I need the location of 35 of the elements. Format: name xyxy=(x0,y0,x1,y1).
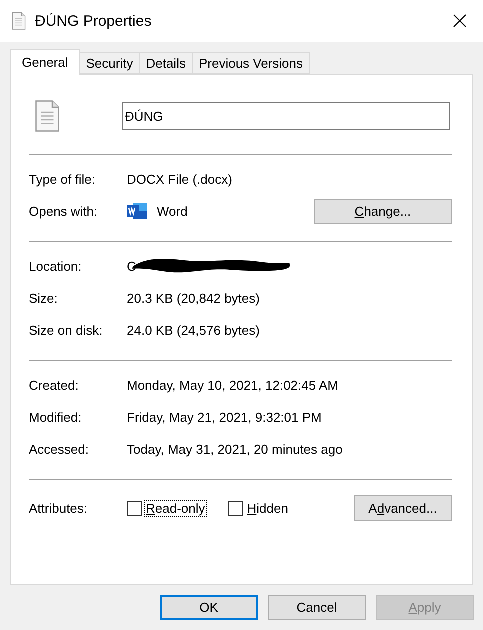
field-value: Friday, May 21, 2021, 9:32:01 PM xyxy=(127,410,322,424)
checkbox[interactable] xyxy=(228,500,244,516)
dialog-button[interactable]: OK xyxy=(160,595,258,620)
window-title: ĐÚNG Properties xyxy=(35,12,153,30)
advanced-button[interactable]: Advanced... xyxy=(354,495,452,521)
field-label: Accessed: xyxy=(29,442,90,456)
field-value: DOCX File (.docx) xyxy=(127,172,232,186)
field-label: Type of file: xyxy=(29,172,96,186)
field-value: Monday, May 10, 2021, 12:02:45 AM xyxy=(127,378,339,392)
field-value: Today, May 31, 2021, 20 minutes ago xyxy=(127,442,343,456)
field-label: Size: xyxy=(29,290,59,306)
field-label: Location: xyxy=(29,258,83,274)
field-label: Modified: xyxy=(29,410,83,424)
tab[interactable]: Security xyxy=(79,52,140,74)
name-field[interactable]: ĐÚNG xyxy=(122,102,450,130)
tab[interactable]: Previous Versions xyxy=(192,52,310,74)
checkbox-label[interactable]: Hidden xyxy=(246,500,290,516)
field-value: C xyxy=(127,258,136,274)
checkbox[interactable] xyxy=(127,500,142,516)
document-icon xyxy=(35,100,60,132)
field-value: 20.3 KB (20,842 bytes) xyxy=(127,290,260,306)
close-icon[interactable] xyxy=(453,14,467,28)
tab[interactable]: Details xyxy=(139,52,193,74)
field-value: 24.0 KB (24,576 bytes) xyxy=(127,322,260,338)
document-icon xyxy=(12,12,26,30)
change-button[interactable]: Change... xyxy=(314,198,452,224)
checkbox-label[interactable]: Read-only xyxy=(145,500,206,516)
tab[interactable]: General xyxy=(10,49,80,75)
field-value: Word xyxy=(157,204,188,218)
word-icon xyxy=(127,202,148,220)
field-label: Created: xyxy=(29,378,80,392)
field-label: Opens with: xyxy=(29,204,99,218)
field-label: Size on disk: xyxy=(29,322,104,338)
dialog-button[interactable]: Cancel xyxy=(268,595,366,620)
field-label: Attributes: xyxy=(29,500,89,516)
